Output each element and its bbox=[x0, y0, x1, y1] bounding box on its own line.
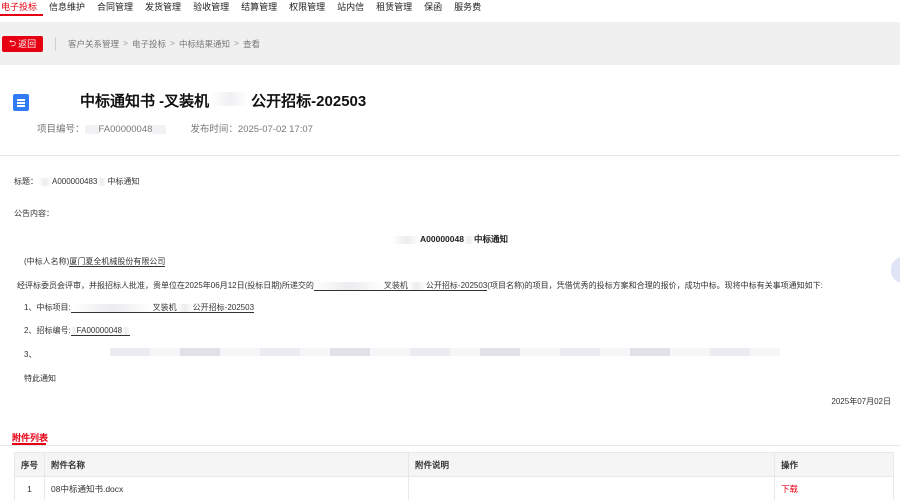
winner-line: (中标人名称)厦门夏全机械股份有限公司 bbox=[24, 256, 166, 267]
paragraph-project-a: 叉装机 bbox=[383, 281, 408, 290]
nav-item-shipping[interactable]: 发货管理 bbox=[139, 0, 187, 16]
breadcrumb-item[interactable]: 电子投标 bbox=[132, 38, 166, 50]
publish-time: 发布时间：2025-07-02 17:07 bbox=[190, 121, 313, 135]
notice-suffix: 中标通知 bbox=[473, 234, 508, 244]
breadcrumb-separator: > bbox=[123, 37, 128, 48]
item-1-label: 1、中标项目: bbox=[24, 303, 71, 312]
nav-item-acceptance[interactable]: 验收管理 bbox=[187, 0, 235, 16]
notice-paragraph: 经评标委员会评审，并报招标人批准，贵单位在2025年06月12日(投标日期)所递… bbox=[17, 280, 823, 291]
nav-item-info[interactable]: 信息维护 bbox=[43, 0, 91, 16]
nav-item-contract[interactable]: 合同管理 bbox=[91, 0, 139, 16]
paragraph-end: (项目名称)的项目，凭借优秀的投标方案和合理的报价，成功中标。现将中标有关事项通… bbox=[487, 281, 823, 290]
attachment-description bbox=[408, 476, 775, 500]
winner-label: (中标人名称) bbox=[24, 257, 70, 266]
project-number-value: FA00000048 bbox=[98, 124, 153, 135]
redacted-block bbox=[152, 124, 167, 134]
nav-item-bidding[interactable]: 电子投标 bbox=[0, 0, 44, 16]
redacted-block bbox=[407, 281, 426, 290]
nav-item-leasing[interactable]: 租赁管理 bbox=[370, 0, 418, 16]
breadcrumb-item-current: 查看 bbox=[242, 38, 260, 49]
subject-code: A000000483 bbox=[52, 177, 98, 186]
table-row: 1 08中标通知书.docx 下载 bbox=[14, 476, 894, 500]
nav-item-service-fee[interactable]: 服务费 bbox=[448, 0, 487, 16]
attachments-table: 序号 附件名称 附件说明 操作 1 08中标通知书.docx 下载 bbox=[14, 452, 894, 500]
divider bbox=[55, 36, 56, 51]
nav-item-settlement[interactable]: 结算管理 bbox=[235, 0, 283, 16]
title-part1: 中标通知书 -叉装机 bbox=[80, 93, 210, 110]
redacted-block bbox=[313, 281, 384, 290]
column-header: 操作 bbox=[774, 452, 894, 477]
closing-text: 特此通知 bbox=[24, 374, 56, 383]
breadcrumb: 客户关系管理 > 电子投标 > 中标结果通知 > 查看 bbox=[68, 38, 260, 50]
project-number-label: 项目编号： bbox=[37, 124, 85, 135]
redacted-block bbox=[392, 235, 420, 244]
table-header-row: 序号 附件名称 附件说明 操作 bbox=[14, 452, 894, 477]
back-button-label: 返回 bbox=[18, 39, 37, 49]
breadcrumb-separator: > bbox=[233, 37, 239, 48]
row-index: 1 bbox=[14, 476, 45, 500]
subject-label: 标题： bbox=[14, 177, 38, 186]
attachment-name: 08中标通知书.docx bbox=[44, 476, 409, 500]
redacted-block bbox=[97, 177, 108, 186]
paragraph-start: 经评标委员会评审，并报招标人批准，贵单位在2025年06月12日(投标日期)所递… bbox=[17, 281, 314, 290]
item-3: 3、 bbox=[24, 349, 36, 360]
item-1: 1、中标项目: 叉装机 公开招标-202503 bbox=[24, 302, 255, 313]
download-link[interactable]: 下载 bbox=[774, 476, 894, 500]
redacted-block bbox=[122, 326, 131, 335]
notice-heading: A00000048 中标通知 bbox=[0, 233, 900, 245]
nav-item-messages[interactable]: 站内信 bbox=[331, 0, 370, 16]
subject-suffix: 中标通知 bbox=[107, 177, 140, 186]
document-icon bbox=[13, 94, 29, 111]
redacted-block bbox=[211, 92, 250, 106]
project-number: 项目编号： FA00000048 bbox=[37, 121, 167, 135]
column-header: 附件说明 bbox=[408, 452, 775, 477]
redacted-block bbox=[84, 124, 99, 134]
meta-row: 项目编号： FA00000048 发布时间：2025-07-02 17:07 bbox=[37, 121, 313, 135]
item-3-label: 3、 bbox=[24, 350, 37, 359]
breadcrumb-item[interactable]: 中标结果通知 bbox=[179, 38, 230, 50]
paragraph-project-b: 公开招标-202503 bbox=[425, 281, 488, 290]
column-header: 序号 bbox=[14, 452, 45, 477]
notice-date: 2025年07月02日 bbox=[831, 397, 891, 406]
breadcrumb-bar: ⮌ 返回 客户关系管理 > 电子投标 > 中标结果通知 > 查看 bbox=[0, 22, 900, 65]
top-nav: 电子投标 信息维护 合同管理 发货管理 验收管理 结算管理 权限管理 站内信 租… bbox=[0, 0, 900, 16]
page-title: 中标通知书 -叉装机 公开招标-202503 bbox=[80, 90, 366, 111]
nav-item-guarantee[interactable]: 保函 bbox=[418, 0, 448, 16]
breadcrumb-item[interactable]: 客户关系管理 bbox=[68, 38, 119, 50]
winner-name: 厦门夏全机械股份有限公司 bbox=[69, 257, 166, 267]
publish-time-label: 发布时间： bbox=[190, 124, 238, 135]
redacted-block bbox=[463, 235, 474, 244]
announcement-label: 公告内容： bbox=[14, 209, 54, 218]
notice-code: A00000048 bbox=[420, 234, 464, 244]
redacted-block bbox=[176, 303, 193, 312]
floating-side-button[interactable] bbox=[891, 257, 900, 283]
column-header: 附件名称 bbox=[44, 452, 409, 477]
item-1-project-b: 公开招标-202503 bbox=[192, 303, 255, 312]
item-2: 2、招标编号: FA00000048 bbox=[24, 325, 131, 336]
redacted-block bbox=[38, 177, 52, 186]
publish-time-value: 2025-07-02 17:07 bbox=[237, 124, 313, 135]
title-part2: 公开招标-202503 bbox=[251, 93, 367, 110]
breadcrumb-separator: > bbox=[170, 37, 175, 48]
back-button[interactable]: ⮌ 返回 bbox=[2, 35, 43, 52]
divider bbox=[0, 445, 900, 446]
nav-item-permission[interactable]: 权限管理 bbox=[283, 0, 331, 16]
divider bbox=[0, 155, 900, 156]
redacted-block bbox=[70, 303, 153, 312]
item-1-project-a: 叉装机 bbox=[152, 303, 177, 312]
subject-line: 标题： A000000483 中标通知 bbox=[14, 176, 139, 187]
item-2-value: FA00000048 bbox=[76, 326, 123, 335]
redacted-block bbox=[110, 348, 780, 356]
back-arrow-icon: ⮌ bbox=[8, 38, 17, 48]
item-2-label: 2、招标编号: bbox=[24, 326, 71, 335]
